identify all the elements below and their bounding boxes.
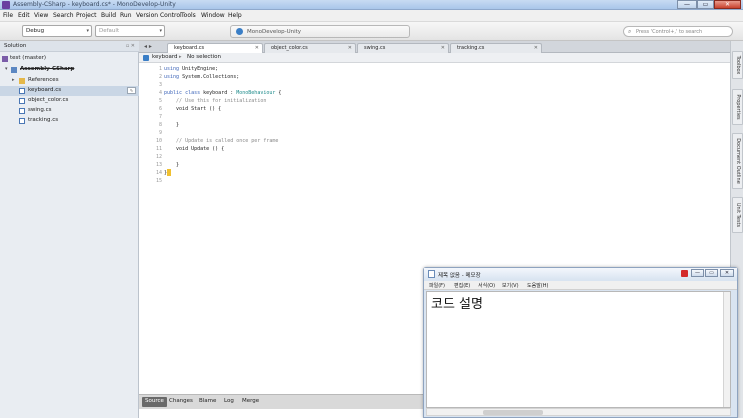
folder-icon: [19, 78, 25, 84]
csharp-file-icon: [19, 88, 25, 94]
search-icon: ⌕: [628, 28, 632, 35]
notepad-menu-bar: 파일(F) 편집(E) 서식(O) 보기(V) 도움말(H): [424, 281, 737, 290]
status-text: MonoDevelop-Unity: [247, 29, 302, 35]
minimize-button[interactable]: —: [677, 0, 697, 9]
notepad-menu-edit[interactable]: 편집(E): [454, 282, 470, 289]
status-box: MonoDevelop-Unity: [230, 25, 410, 38]
path-file[interactable]: keyboard: [152, 54, 178, 60]
menu-view[interactable]: View: [34, 12, 48, 19]
solution-pad: Solution ▫ ✕ test (master) ▾ Assembly-CS…: [0, 41, 139, 418]
solution-icon: [2, 56, 8, 62]
notepad-menu-help[interactable]: 도움말(H): [527, 282, 548, 289]
notepad-title-bar: 제목 없음 - 메모장 — ▭ ✕: [424, 268, 737, 280]
notepad-window: 제목 없음 - 메모장 — ▭ ✕ 파일(F) 편집(E) 서식(O) 보기(V…: [423, 267, 738, 418]
tree-item-tracking-cs[interactable]: tracking.cs: [0, 116, 139, 126]
search-input[interactable]: ⌕ Press 'Control+,' to search: [623, 26, 733, 37]
csharp-class-icon: [143, 55, 149, 61]
tab-keyboard-cs[interactable]: keyboard.cs ✕: [167, 43, 263, 53]
pad-controls[interactable]: ▫ ✕: [126, 43, 135, 49]
notepad-maximize-button[interactable]: ▭: [705, 269, 718, 277]
close-tab-icon[interactable]: ✕: [255, 45, 259, 51]
menu-file[interactable]: File: [3, 12, 13, 19]
window-title: Assembly-CSharp - keyboard.cs* - MonoDev…: [13, 1, 176, 8]
chevron-down-icon: ▾: [159, 28, 162, 34]
tab-swing-cs[interactable]: swing.cs ✕: [357, 43, 449, 53]
ime-indicator-icon: [681, 270, 688, 277]
expand-arrow-icon: ▸: [12, 77, 15, 83]
menu-search[interactable]: Search: [53, 12, 74, 19]
tree-item-project[interactable]: ▾ Assembly-CSharp: [0, 65, 139, 75]
close-tab-icon[interactable]: ✕: [348, 45, 352, 51]
menu-edit[interactable]: Edit: [18, 12, 30, 19]
tree-item-object-color-cs[interactable]: object_color.cs: [0, 96, 139, 106]
modified-badge: ✎: [127, 87, 136, 94]
csharp-file-icon: [19, 118, 25, 124]
code-line: 15: [155, 178, 162, 184]
close-button[interactable]: ✕: [714, 0, 741, 9]
close-tab-icon[interactable]: ✕: [441, 45, 445, 51]
title-bar: Assembly-CSharp - keyboard.cs* - MonoDev…: [0, 0, 743, 10]
platform-value: Default: [99, 28, 120, 34]
menu-help[interactable]: Help: [228, 12, 242, 19]
text-cursor: [167, 169, 172, 176]
close-tab-icon[interactable]: ✕: [534, 45, 538, 51]
tab-log[interactable]: Log: [221, 397, 237, 407]
monodevelop-window: Assembly-CSharp - keyboard.cs* - MonoDev…: [0, 0, 743, 418]
csharp-file-icon: [19, 98, 25, 104]
tab-navigation-arrows[interactable]: ◂ ▸: [144, 43, 152, 50]
menu-bar: File Edit View Search Project Build Run …: [0, 10, 743, 22]
tab-source[interactable]: Source: [142, 397, 167, 407]
notepad-close-button[interactable]: ✕: [720, 269, 734, 277]
notepad-content: 코드 설명: [431, 297, 483, 312]
tab-object-color-cs[interactable]: object_color.cs ✕: [264, 43, 356, 53]
menu-window[interactable]: Window: [201, 12, 225, 19]
solution-pad-title: Solution: [4, 43, 27, 49]
solution-pad-header: Solution ▫ ✕: [0, 41, 139, 52]
tree-item-keyboard-cs[interactable]: keyboard.cs ✎: [0, 86, 139, 96]
dock-tab-document-outline[interactable]: Document Outline: [732, 133, 743, 189]
tab-changes[interactable]: Changes: [166, 397, 196, 407]
toolbar: Debug ▾ Default ▾ MonoDevelop-Unity ⌕ Pr…: [0, 22, 743, 41]
dock-tab-unit-tests[interactable]: Unit Tests: [732, 197, 743, 233]
notepad-icon: [428, 270, 435, 278]
tab-blame[interactable]: Blame: [196, 397, 219, 407]
notepad-menu-file[interactable]: 파일(F): [429, 282, 445, 289]
dock-tab-toolbox[interactable]: Toolbox: [732, 51, 743, 79]
notepad-minimize-button[interactable]: —: [691, 269, 704, 277]
path-member[interactable]: No selection: [187, 54, 221, 60]
csharp-file-icon: [19, 108, 25, 114]
document-tab-strip: ◂ ▸ keyboard.cs ✕ object_color.cs ✕ swin…: [139, 41, 730, 53]
tab-tracking-cs[interactable]: tracking.cs ✕: [450, 43, 542, 53]
platform-select[interactable]: Default ▾: [95, 25, 165, 37]
notepad-title: 제목 없음 - 메모장: [438, 273, 481, 279]
csharp-project-icon: [11, 67, 17, 73]
tree-item-solution[interactable]: test (master): [0, 54, 139, 64]
menu-project[interactable]: Project: [76, 12, 97, 19]
notepad-menu-format[interactable]: 서식(O): [478, 282, 495, 289]
menu-run[interactable]: Run: [120, 12, 132, 19]
dock-tab-properties[interactable]: Properties: [732, 89, 743, 125]
monodevelop-status-icon: [236, 28, 243, 35]
editor-view-tabs: Source Changes Blame Log Merge: [139, 394, 423, 409]
notepad-menu-view[interactable]: 보기(V): [502, 282, 519, 289]
menu-tools[interactable]: Tools: [181, 12, 196, 19]
maximize-button[interactable]: ▭: [697, 0, 714, 9]
notepad-text-area[interactable]: 코드 설명: [426, 291, 731, 408]
vertical-scrollbar[interactable]: [723, 292, 730, 407]
search-placeholder: Press 'Control+,' to search: [636, 29, 703, 35]
tree-item-swing-cs[interactable]: swing.cs: [0, 106, 139, 116]
menu-version-control[interactable]: Version Control: [136, 12, 182, 19]
monodevelop-app-icon: [2, 1, 10, 9]
scrollbar-thumb[interactable]: [483, 410, 543, 415]
chevron-right-icon: ▸: [179, 54, 182, 60]
menu-build[interactable]: Build: [101, 12, 116, 19]
path-bar: keyboard ▸ No selection: [139, 53, 730, 63]
configuration-value: Debug: [26, 28, 45, 34]
chevron-down-icon: ▾: [86, 28, 89, 34]
horizontal-scrollbar[interactable]: [426, 408, 731, 416]
tab-merge[interactable]: Merge: [239, 397, 262, 407]
configuration-select[interactable]: Debug ▾: [22, 25, 92, 37]
tree-item-references[interactable]: ▸ References: [0, 76, 139, 86]
